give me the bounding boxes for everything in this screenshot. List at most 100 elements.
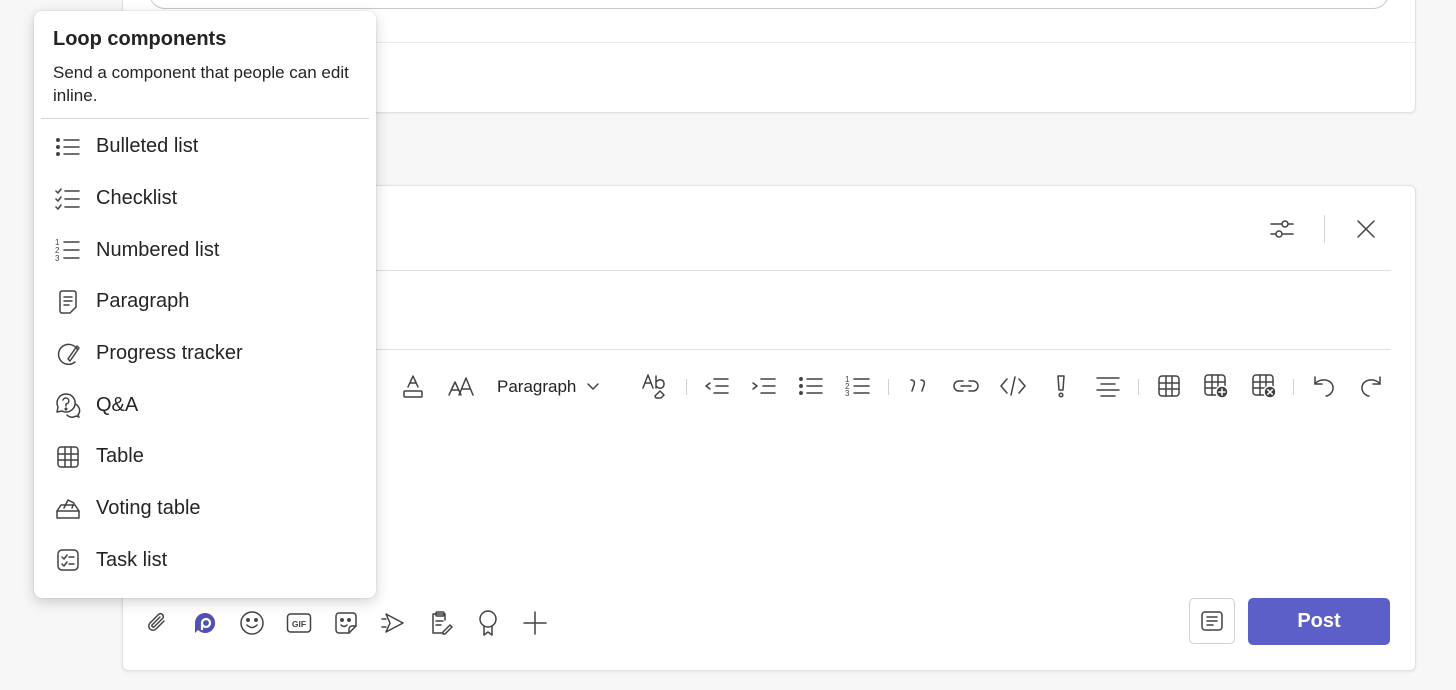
table-icon: [1158, 375, 1180, 397]
menu-item-label: Task list: [96, 548, 168, 571]
menu-item-voting-table[interactable]: Voting table: [34, 483, 376, 535]
send-play-icon: [381, 613, 404, 633]
undo-icon: [1314, 376, 1334, 397]
menu-item-table[interactable]: Table: [34, 431, 376, 483]
previous-input-field[interactable]: [149, 0, 1389, 9]
decrease-indent-icon: [705, 378, 729, 394]
bulleted-list-button[interactable]: [797, 371, 825, 401]
emoji-icon: [240, 611, 264, 635]
award-ribbon-icon: [479, 610, 497, 636]
toolbar-separator: [888, 379, 889, 395]
font-color-icon: [403, 375, 423, 398]
sticker-button[interactable]: [331, 608, 361, 638]
loop-component-list: Bulleted list Checklist 1 2 3 Numbered l…: [34, 121, 376, 586]
spell-check-icon: [642, 374, 665, 399]
numbered-list-icon: 1 2 3: [845, 375, 870, 398]
format-toggle-button[interactable]: [1189, 598, 1235, 644]
font-size-icon: [448, 377, 474, 396]
redo-icon: [1361, 376, 1381, 397]
loop-components-menu: Loop components Send a component that pe…: [34, 11, 376, 598]
table-add-button[interactable]: [1202, 371, 1230, 401]
gif-button[interactable]: GIF: [284, 608, 314, 638]
font-color-button[interactable]: [399, 371, 427, 401]
approvals-button[interactable]: [426, 608, 456, 638]
toolbar-separator: [686, 379, 687, 395]
table-delete-icon: [1252, 374, 1277, 399]
table-add-icon: [1204, 374, 1229, 399]
menu-item-label: Numbered list: [96, 238, 220, 261]
mark-important-button[interactable]: [1047, 371, 1075, 401]
menu-item-label: Table: [96, 445, 144, 468]
sliders-icon: [1270, 220, 1294, 238]
voting-table-icon: [55, 496, 81, 522]
numbered-list-button[interactable]: 1 2 3: [844, 371, 872, 401]
paragraph-style-value: Paragraph: [497, 377, 577, 396]
compose-options-button[interactable]: [1266, 213, 1298, 245]
align-center-icon: [1096, 377, 1120, 397]
plus-icon: [523, 611, 547, 635]
spell-check-button[interactable]: [641, 371, 669, 401]
checklist-icon: [55, 186, 81, 212]
popup-divider: [41, 118, 369, 119]
menu-item-paragraph[interactable]: Paragraph: [34, 276, 376, 328]
close-icon: [1357, 220, 1375, 238]
insert-table-button[interactable]: [1155, 371, 1183, 401]
decrease-indent-button[interactable]: [703, 371, 731, 401]
toolbar-separator: [1293, 379, 1294, 395]
increase-indent-button[interactable]: [750, 371, 778, 401]
increase-indent-icon: [752, 378, 776, 394]
bulleted-list-icon: [799, 377, 823, 395]
table-delete-button[interactable]: [1250, 371, 1278, 401]
redo-button[interactable]: [1357, 371, 1385, 401]
undo-button[interactable]: [1310, 371, 1338, 401]
important-icon: [1057, 375, 1065, 398]
menu-item-progress-tracker[interactable]: Progress tracker: [34, 328, 376, 380]
compose-format-icon: [1201, 611, 1223, 631]
numbered-list-icon: 1 2 3: [55, 237, 81, 263]
svg-text:3: 3: [845, 389, 850, 398]
task-list-icon: [55, 547, 81, 573]
menu-item-label: Checklist: [96, 187, 178, 210]
clipboard-edit-icon: [432, 611, 453, 635]
menu-item-checklist[interactable]: Checklist: [34, 173, 376, 225]
header-separator: [1324, 215, 1325, 243]
bulleted-list-icon: [55, 134, 81, 160]
post-button[interactable]: Post: [1248, 598, 1390, 645]
chevron-down-icon: [587, 383, 600, 390]
menu-item-numbered-list[interactable]: 1 2 3 Numbered list: [34, 224, 376, 276]
close-compose-button[interactable]: [1350, 213, 1382, 245]
loop-component-button[interactable]: [190, 608, 220, 638]
insert-link-button[interactable]: [952, 371, 980, 401]
schedule-meeting-button[interactable]: [379, 608, 409, 638]
more-apps-button[interactable]: [520, 608, 550, 638]
link-icon: [953, 380, 979, 392]
paperclip-icon: [148, 612, 165, 631]
font-size-button[interactable]: [447, 371, 475, 401]
popup-title: Loop components: [53, 28, 227, 50]
svg-text:3: 3: [55, 254, 60, 263]
quote-button[interactable]: [905, 371, 933, 401]
popup-description: Send a component that people can edit in…: [53, 63, 349, 105]
menu-item-label: Q&A: [96, 393, 139, 416]
progress-tracker-icon: [55, 341, 81, 367]
attach-file-button[interactable]: [143, 608, 173, 638]
quote-icon: [910, 379, 926, 392]
menu-item-bulleted-list[interactable]: Bulleted list: [34, 121, 376, 173]
paragraph-icon: [55, 289, 81, 315]
praise-button[interactable]: [473, 608, 503, 638]
gif-icon: GIF: [286, 613, 312, 633]
emoji-button[interactable]: [237, 608, 267, 638]
code-button[interactable]: [999, 371, 1027, 401]
loop-icon: [195, 612, 216, 633]
code-icon: [1000, 376, 1026, 396]
paragraph-style-dropdown[interactable]: Paragraph: [497, 372, 600, 402]
toolbar-separator: [1138, 379, 1139, 395]
table-icon: [55, 444, 81, 470]
sticker-icon: [335, 612, 357, 634]
align-button[interactable]: [1094, 371, 1122, 401]
menu-item-label: Paragraph: [96, 290, 190, 313]
menu-item-label: Bulleted list: [96, 135, 199, 158]
menu-item-qna[interactable]: Q&A: [34, 379, 376, 431]
menu-item-label: Progress tracker: [96, 342, 243, 365]
menu-item-task-list[interactable]: Task list: [34, 535, 376, 587]
